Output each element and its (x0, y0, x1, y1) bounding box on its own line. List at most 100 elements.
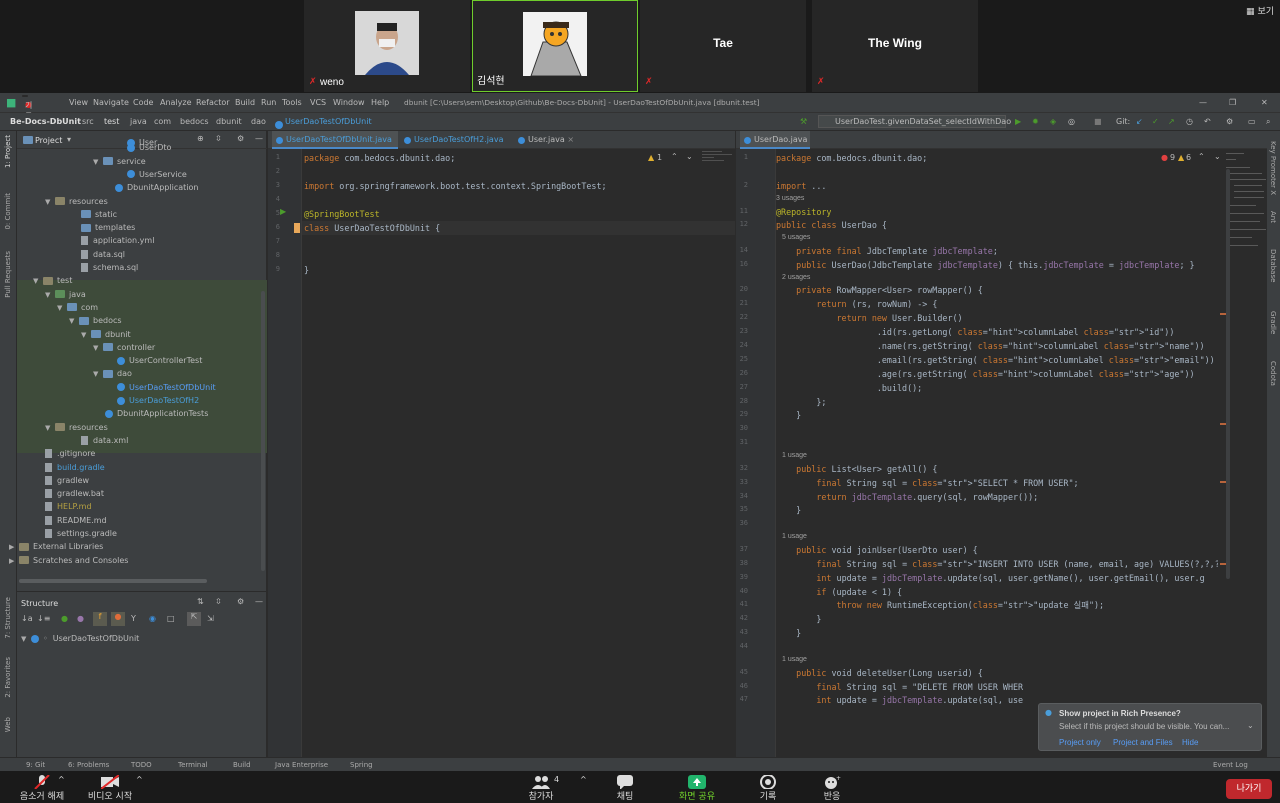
horizontal-scrollbar[interactable] (19, 579, 207, 583)
expand-icon[interactable]: ⇳ (215, 597, 222, 606)
code-line[interactable]: } (304, 263, 309, 277)
participant-tile-active[interactable]: 김석현 (472, 0, 638, 92)
hide-icon[interactable]: — (255, 597, 263, 606)
coverage-icon[interactable]: ◈ (1050, 117, 1056, 126)
code-line[interactable]: package com.bedocs.dbunit.dao; (776, 151, 927, 165)
tool-tab-commit[interactable]: 0: Commit (4, 193, 12, 230)
menu-code[interactable]: Code (133, 98, 153, 107)
run-config-select[interactable]: UserDaoTest.givenDataSet_selectIdWithDao (818, 115, 1011, 128)
code-line[interactable]: }; (776, 395, 826, 409)
tool-tab-web[interactable]: Web (4, 717, 12, 732)
tree-item[interactable]: DbunitApplication (115, 181, 198, 194)
autoscroll-from-source-icon[interactable]: ⇲ (207, 614, 214, 623)
code-line[interactable]: public void deleteUser(Long userid) { (776, 666, 983, 680)
chevron-up-icon[interactable]: ^ (580, 775, 587, 784)
hide-icon[interactable]: — (255, 134, 263, 143)
settings-icon[interactable]: ⚙ (1226, 117, 1233, 126)
breadcrumb-root[interactable]: Be-Docs-DbUnit (10, 117, 81, 126)
git-commit-icon[interactable]: ✓ (1152, 117, 1159, 126)
tree-item[interactable]: UserDaoTestOfH2 (117, 394, 199, 407)
tree-item[interactable]: gradlew (45, 474, 89, 487)
error-stripe-marker[interactable] (1220, 313, 1226, 315)
code-line[interactable]: final String sql = class="str">"SELECT *… (776, 476, 1078, 490)
tree-item[interactable]: UserDto (127, 141, 171, 154)
build-tab[interactable]: Build (233, 761, 251, 769)
chevron-down-icon[interactable]: ▼ (57, 302, 67, 315)
run-icon[interactable]: ▶ (1015, 117, 1021, 126)
code-line[interactable]: int update = jdbcTemplate.update(sql, us… (776, 693, 1023, 707)
hammer-icon[interactable]: ⚒ (800, 117, 807, 126)
code-line[interactable]: final String sql = "DELETE FROM USER WHE… (776, 680, 1023, 694)
sort-visibility-icon[interactable]: ↓≡ (37, 614, 50, 623)
code-line[interactable]: package com.bedocs.dbunit.dao; (304, 151, 455, 165)
menu-navigate[interactable]: Navigate (93, 98, 129, 107)
leave-button[interactable]: 나가기 (1226, 779, 1272, 799)
tab-userdaotestofh2[interactable]: UserDaoTestOfH2.java × (400, 131, 510, 162)
usages-hint[interactable]: 1 usage (782, 656, 807, 663)
chevron-down-icon[interactable]: ⌄ (1247, 721, 1254, 730)
tree-item[interactable]: templates (81, 221, 135, 234)
menu-tools[interactable]: Tools (282, 98, 302, 107)
tree-item[interactable]: .gitignore (45, 447, 95, 460)
autoscroll-to-source-icon[interactable]: ⇱ (187, 612, 201, 626)
share-screen-button[interactable]: 화면 공유 (670, 771, 724, 802)
code-line[interactable]: final String sql = class="str">"INSERT I… (776, 557, 1218, 571)
breadcrumb-src[interactable]: src (82, 117, 94, 126)
chevron-up-icon[interactable]: ^ (136, 775, 143, 784)
chevron-down-icon[interactable]: ▼ (33, 275, 43, 288)
code-line[interactable]: return (rs, rowNum) -> { (776, 297, 937, 311)
run-gutter-icon[interactable]: ▶ (280, 207, 286, 216)
code-line[interactable]: class UserDaoTestOfDbUnit { (304, 221, 440, 235)
tree-item[interactable]: HELP.md (45, 500, 92, 513)
warning-icon[interactable]: ▲ (1178, 153, 1184, 162)
git-push-icon[interactable]: ↗ (1168, 117, 1175, 126)
tree-item[interactable]: gradlew.bat (45, 487, 104, 500)
code-line[interactable]: .id(rs.getLong( class="hint">columnLabel… (776, 325, 1175, 339)
code-line[interactable]: } (776, 612, 821, 626)
menu-run[interactable]: Run (261, 98, 276, 107)
tool-tab-key-promoter[interactable]: Key Promoter X (1269, 141, 1277, 195)
tree-item[interactable]: README.md (45, 514, 107, 527)
code-line[interactable]: .name(rs.getString( class="hint">columnL… (776, 339, 1205, 353)
record-button[interactable]: 기록 (744, 771, 792, 802)
chevron-down-icon[interactable]: ▾ (67, 135, 71, 144)
code-line[interactable]: int update = jdbcTemplate.update(sql, us… (776, 571, 1204, 585)
start-video-button[interactable]: 비디오 시작 (80, 771, 140, 802)
code-line[interactable]: public void joinUser(UserDto user) { (776, 543, 978, 557)
git-update-icon[interactable]: ↙ (1136, 117, 1143, 126)
breadcrumb-java[interactable]: java (130, 117, 147, 126)
vertical-scrollbar[interactable] (261, 291, 265, 571)
code-line[interactable]: return jdbcTemplate.query(sql, rowMapper… (776, 490, 1038, 504)
sort-icon[interactable]: ⇅ (197, 597, 204, 606)
warning-icon[interactable]: ▲ (648, 153, 654, 162)
tree-item[interactable]: ▼ dao (93, 367, 132, 380)
debug-icon[interactable]: ✹ (1032, 117, 1039, 126)
tool-tab-project[interactable]: 1: Project (4, 135, 12, 168)
gear-icon[interactable]: ⚙ (237, 134, 244, 143)
chat-button[interactable]: 채팅 (600, 771, 650, 802)
breadcrumb-com[interactable]: com (154, 117, 171, 126)
tree-item[interactable]: ▼ com (57, 301, 98, 314)
properties-icon[interactable]: ● (77, 614, 84, 623)
tool-tab-gradle[interactable]: Gradle (1269, 311, 1277, 334)
anonymous-icon[interactable]: ◉ (149, 614, 156, 623)
chevron-right-icon[interactable]: ▶ (9, 541, 19, 554)
code-line[interactable]: if (update < 1) { (776, 585, 902, 599)
tool-tab-codota[interactable]: Codota (1269, 361, 1277, 386)
java-enterprise-tab[interactable]: Java Enterprise (275, 761, 328, 769)
tab-userdaotestofdbunit[interactable]: UserDaoTestOfDbUnit.java × (272, 131, 398, 162)
tool-tab-ant[interactable]: Ant (1269, 211, 1277, 223)
todo-tab[interactable]: TODO (131, 761, 152, 769)
code-line[interactable]: public UserDao(JdbcTemplate jdbcTemplate… (776, 258, 1194, 272)
tree-item[interactable]: data.xml (81, 434, 128, 447)
usages-hint[interactable]: 3 usages (776, 195, 804, 202)
tree-item[interactable]: ▼ resources (45, 195, 108, 208)
problems-tab[interactable]: 6: Problems (68, 761, 109, 769)
tree-item[interactable]: ▼ test (33, 274, 72, 287)
menu-refactor[interactable]: Refactor (196, 98, 230, 107)
code-line[interactable]: public List<User> getAll() { (776, 462, 937, 476)
menu-window[interactable]: Window (333, 98, 365, 107)
project-and-files-link[interactable]: Project and Files (1113, 738, 1173, 747)
menu-help[interactable]: Help (371, 98, 389, 107)
tool-tab-favorites[interactable]: 2: Favorites (4, 657, 12, 698)
